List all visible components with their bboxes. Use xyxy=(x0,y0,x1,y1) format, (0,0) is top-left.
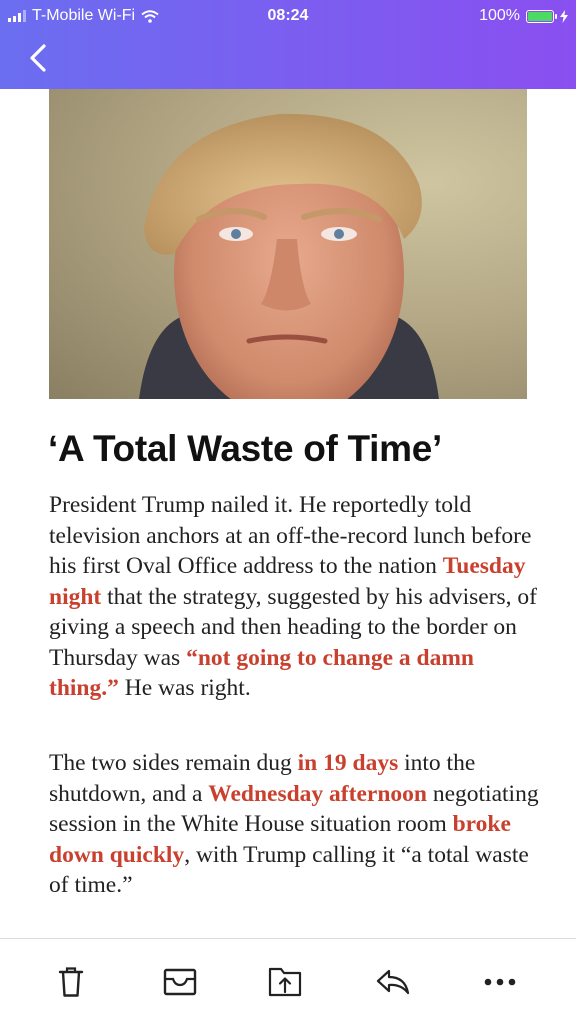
header-bar: T-Mobile Wi-Fi 08:24 100% xyxy=(0,0,576,89)
battery-percent: 100% xyxy=(479,7,520,24)
status-bar: T-Mobile Wi-Fi 08:24 100% xyxy=(0,0,576,32)
share-button[interactable] xyxy=(267,965,303,999)
chevron-left-icon xyxy=(30,44,46,72)
reply-button[interactable] xyxy=(375,965,411,999)
portrait-illustration xyxy=(139,113,439,399)
archive-button[interactable] xyxy=(162,965,198,999)
highlighted-text: Wednesday afternoon xyxy=(208,780,427,807)
delete-button[interactable] xyxy=(53,965,89,999)
share-icon xyxy=(268,967,302,997)
paragraph-text: The two sides remain dug xyxy=(49,750,298,776)
article-paragraph-1: President Trump nailed it. He reportedly… xyxy=(49,490,539,704)
article-paragraph-2: The two sides remain dug in 19 days into… xyxy=(49,748,539,901)
article-headline: ‘A Total Waste of Time’ xyxy=(48,428,442,469)
paragraph-text: He was right. xyxy=(118,675,251,701)
charging-bolt-icon xyxy=(560,9,568,23)
archive-icon xyxy=(163,968,197,996)
reply-icon xyxy=(376,969,410,995)
battery-icon xyxy=(526,9,557,23)
article-photo xyxy=(49,89,527,399)
more-icon xyxy=(484,978,516,986)
battery-info: 100% xyxy=(479,7,568,25)
back-button[interactable] xyxy=(24,40,54,76)
trash-icon xyxy=(58,967,84,997)
more-button[interactable] xyxy=(482,965,518,999)
battery-fill xyxy=(528,11,552,21)
highlighted-text: in 19 days xyxy=(297,750,399,776)
bottom-toolbar xyxy=(0,938,576,1025)
